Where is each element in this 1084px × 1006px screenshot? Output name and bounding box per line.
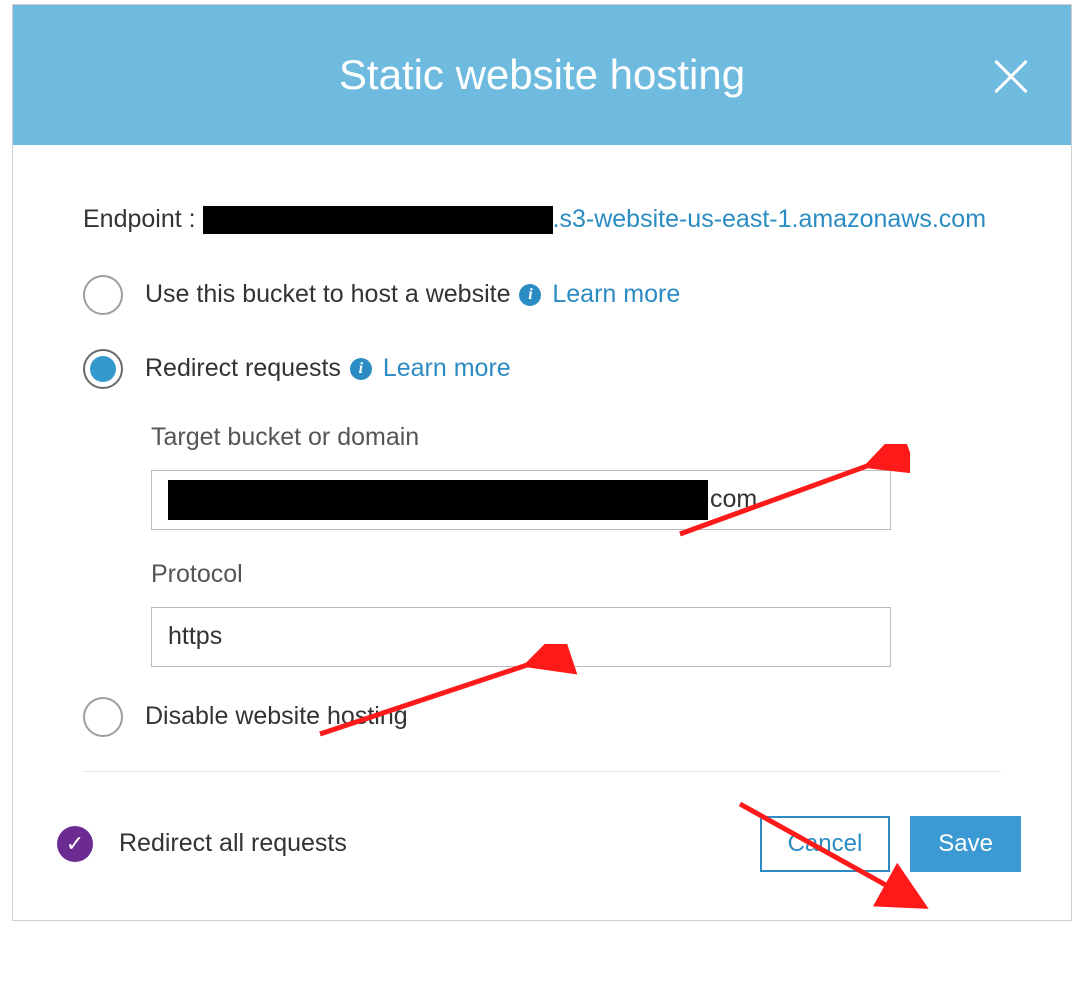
target-bucket-input[interactable]: com (151, 470, 891, 530)
target-bucket-field-group: Target bucket or domain com (151, 423, 1001, 530)
dialog-footer: ✓ Redirect all requests Cancel Save (13, 772, 1071, 920)
redacted-target-prefix (168, 480, 708, 520)
radio-host-website[interactable] (83, 275, 123, 315)
learn-more-link[interactable]: Learn more (383, 354, 511, 382)
endpoint-label: Endpoint : (83, 205, 203, 233)
option-host-website[interactable]: Use this bucket to host a website i Lear… (83, 275, 1001, 315)
dialog-title: Static website hosting (339, 51, 745, 99)
footer-status: Redirect all requests (119, 829, 347, 858)
option-disable-hosting[interactable]: Disable website hosting (83, 697, 1001, 737)
save-button[interactable]: Save (910, 816, 1021, 872)
static-website-hosting-dialog: Static website hosting Endpoint : .s3-we… (12, 4, 1072, 921)
close-icon[interactable] (989, 53, 1033, 97)
target-value-suffix: com (710, 485, 757, 514)
protocol-field-group: Protocol https (151, 560, 1001, 667)
info-icon[interactable]: i (350, 358, 372, 380)
info-icon[interactable]: i (519, 284, 541, 306)
target-bucket-label: Target bucket or domain (151, 423, 1001, 452)
protocol-input[interactable]: https (151, 607, 891, 667)
endpoint-row: Endpoint : .s3-website-us-east-1.amazona… (83, 201, 1001, 239)
redacted-endpoint-prefix (203, 206, 553, 234)
radio-redirect-requests[interactable] (83, 349, 123, 389)
learn-more-link[interactable]: Learn more (552, 280, 680, 308)
radio-disable-hosting[interactable] (83, 697, 123, 737)
dialog-body: Endpoint : .s3-website-us-east-1.amazona… (13, 145, 1071, 772)
option-redirect-requests[interactable]: Redirect requests i Learn more (83, 349, 1001, 389)
check-icon: ✓ (57, 826, 93, 862)
endpoint-link[interactable]: .s3-website-us-east-1.amazonaws.com (203, 205, 987, 233)
protocol-label: Protocol (151, 560, 1001, 589)
option-label-redirect: Redirect requests (145, 354, 341, 382)
endpoint-suffix: .s3-website-us-east-1.amazonaws.com (553, 205, 987, 233)
option-label-host: Use this bucket to host a website (145, 280, 510, 308)
protocol-value: https (168, 622, 222, 651)
option-label-disable: Disable website hosting (145, 702, 408, 731)
cancel-button[interactable]: Cancel (760, 816, 891, 872)
dialog-header: Static website hosting (13, 5, 1071, 145)
footer-actions: Cancel Save (760, 816, 1021, 872)
